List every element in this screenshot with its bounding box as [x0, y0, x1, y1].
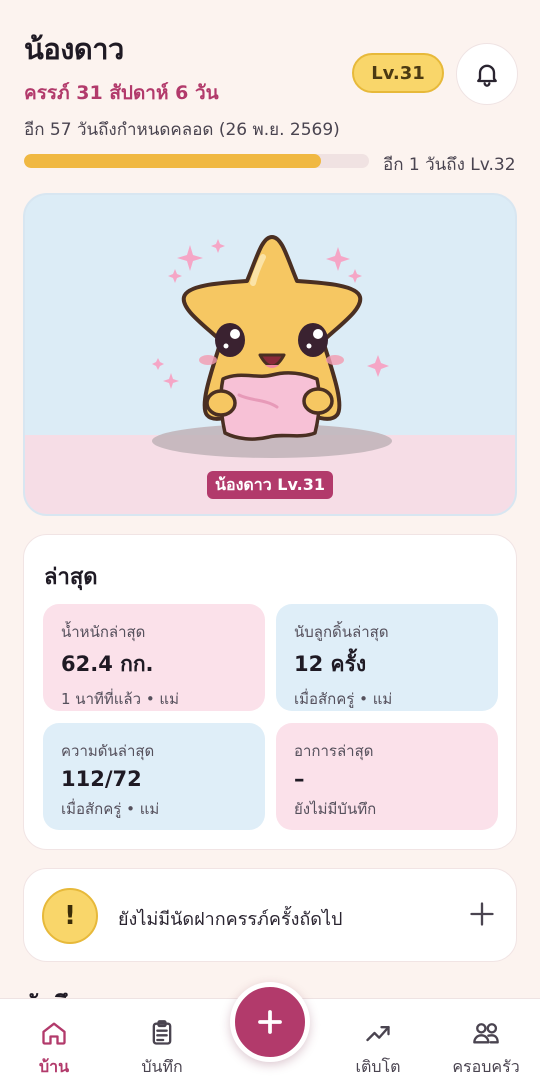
tile-label: อาการล่าสุด: [294, 742, 374, 760]
weight-tile[interactable]: น้ำหนักล่าสุด 62.4 กก. 1 นาทีที่แล้ว • แ…: [43, 604, 265, 711]
nav-label: ครอบครัว: [452, 1057, 520, 1076]
latest-title: ล่าสุด: [44, 565, 98, 590]
symptoms-tile[interactable]: อาการล่าสุด – ยังไม่มีบันทึก: [276, 723, 498, 830]
tile-meta: เมื่อสักครู่ • แม่: [61, 800, 160, 818]
warning-icon: !: [42, 888, 98, 944]
level-progress-bar: [24, 154, 369, 168]
home-icon: [42, 1022, 66, 1045]
nav-growth[interactable]: เติบโต: [328, 999, 428, 1080]
pregnancy-week: ครรภ์ 31 สัปดาห์ 6 วัน: [24, 82, 219, 104]
tile-meta: เมื่อสักครู่ • แม่: [294, 690, 393, 708]
tile-value: 62.4 กก.: [61, 652, 154, 676]
tile-meta: 1 นาทีที่แล้ว • แม่: [61, 690, 179, 708]
trend-icon: [366, 1026, 390, 1042]
star-mascot: [152, 235, 392, 458]
blood-pressure-tile[interactable]: ความดันล่าสุด 112/72 เมื่อสักครู่ • แม่: [43, 723, 265, 830]
pet-card[interactable]: [23, 193, 517, 516]
tile-label: ความดันล่าสุด: [61, 742, 155, 760]
kick-count-tile[interactable]: นับลูกดิ้นล่าสุด 12 ครั้ง เมื่อสักครู่ •…: [276, 604, 498, 711]
tile-value: 12 ครั้ง: [294, 652, 367, 676]
tile-value: –: [294, 767, 305, 791]
latest-card: ล่าสุด น้ำหนักล่าสุด 62.4 กก. 1 นาทีที่แ…: [23, 534, 517, 850]
page-title: น้องดาว: [24, 32, 124, 66]
tile-label: น้ำหนักล่าสุด: [61, 623, 146, 641]
add-appointment-icon[interactable]: [468, 900, 496, 928]
level-badge[interactable]: Lv.31: [352, 53, 444, 93]
bell-icon: [477, 64, 497, 87]
tile-label: นับลูกดิ้นล่าสุด: [294, 623, 389, 641]
nav-label: เติบโต: [355, 1057, 401, 1076]
nav-label: บ้าน: [38, 1057, 70, 1076]
notifications-button[interactable]: [456, 43, 518, 105]
appointment-card[interactable]: ! ยังไม่มีนัดฝากครรภ์ครั้งถัดไป: [23, 868, 517, 962]
family-icon: [473, 1023, 499, 1044]
pet-name-label: น้องดาว Lv.31: [207, 471, 333, 499]
due-date-text: อีก 57 วันถึงกำหนดคลอด (26 พ.ย. 2569): [24, 120, 340, 140]
nav-records[interactable]: บันทึก: [112, 999, 212, 1080]
nav-label: บันทึก: [141, 1057, 183, 1076]
tile-meta: ยังไม่มีบันทึก: [294, 800, 377, 818]
appointment-text: ยังไม่มีนัดฝากครรภ์ครั้งถัดไป: [118, 909, 343, 930]
tile-value: 112/72: [61, 767, 142, 791]
nav-home[interactable]: บ้าน: [4, 999, 104, 1080]
level-progress-text: อีก 1 วันถึง Lv.32: [383, 155, 516, 175]
add-record-fab[interactable]: [230, 982, 310, 1062]
plus-icon: [258, 1010, 282, 1034]
level-progress-fill: [24, 154, 321, 168]
nav-family[interactable]: ครอบครัว: [436, 999, 536, 1080]
clipboard-icon: [152, 1020, 172, 1045]
header: น้องดาว ครรภ์ 31 สัปดาห์ 6 วัน อีก 57 วั…: [24, 26, 340, 143]
